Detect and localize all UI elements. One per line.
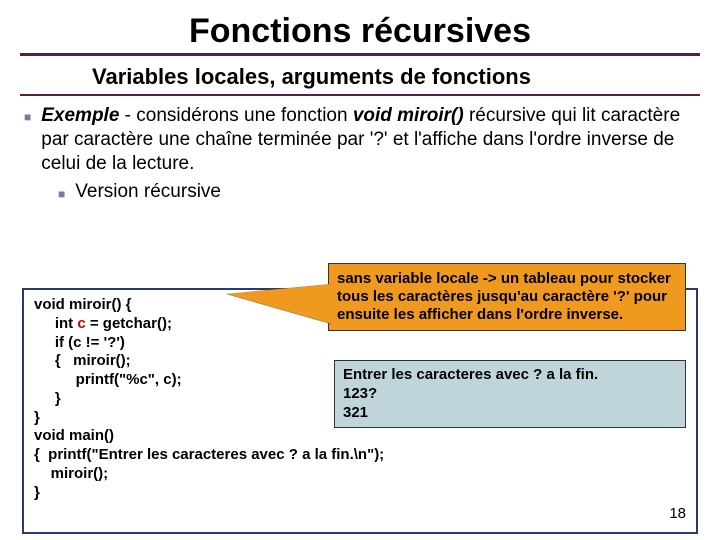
slide-title: Fonctions récursives [20, 0, 700, 56]
code-l2a: int [34, 315, 77, 332]
bullet-text: Exemple - considérons une fonction void … [41, 104, 696, 175]
bullet-square-icon: ■ [58, 187, 65, 201]
sub-bullet-text: Version récursive [75, 181, 221, 203]
sub-bullet: ■ Version récursive [0, 175, 720, 209]
code-l2b: = getchar(); [86, 315, 172, 332]
code-l1: void miroir() { [34, 296, 132, 313]
code-var-c: c [77, 315, 85, 332]
code-l3: if (c != '?') [34, 334, 125, 351]
code-l4: { miroir(); [34, 352, 131, 369]
bullet-lead: Exemple [41, 105, 119, 126]
slide-subtitle: Variables locales, arguments de fonction… [20, 64, 700, 96]
output-box: Entrer les caracteres avec ? a la fin. 1… [334, 360, 686, 428]
page-number: 18 [669, 505, 686, 522]
callout-note: sans variable locale -> un tableau pour … [328, 263, 686, 331]
bullet-dash: - considérons une fonction [119, 105, 352, 126]
callout-arrow-icon [227, 284, 332, 324]
bullet-square-icon: ■ [24, 110, 31, 125]
code-l9: { printf("Entrer les caracteres avec ? a… [34, 446, 384, 463]
code-l5: printf("%c", c); [34, 371, 182, 388]
code-l10: miroir(); [34, 465, 108, 482]
code-l7: } [34, 409, 40, 426]
main-bullet: ■ Exemple - considérons une fonction voi… [0, 104, 720, 175]
code-l6: } [34, 390, 61, 407]
code-l8: void main() [34, 427, 114, 444]
bullet-fn: void miroir() [353, 105, 464, 126]
code-l11: } [34, 484, 40, 501]
callout-text: sans variable locale -> un tableau pour … [337, 270, 671, 323]
